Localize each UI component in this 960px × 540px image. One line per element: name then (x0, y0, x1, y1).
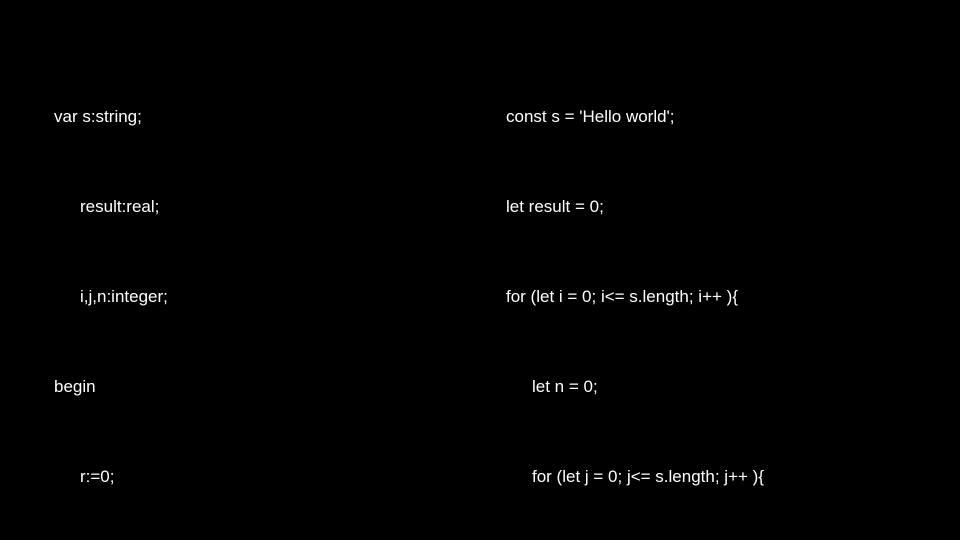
code-slide: var s:string; result:real; i,j,n:integer… (0, 0, 960, 540)
code-line: for (let j = 0; j<= s.length; j++ ){ (506, 462, 906, 492)
code-line: for (let i = 0; i<= s.length; i++ ){ (506, 282, 906, 312)
javascript-code-block: const s = 'Hello world'; let result = 0;… (506, 42, 906, 540)
code-line: i,j,n:integer; (54, 282, 506, 312)
code-line: result:real; (54, 192, 506, 222)
code-line: let n = 0; (506, 372, 906, 402)
code-line: const s = 'Hello world'; (506, 102, 906, 132)
code-line: var s:string; (54, 102, 506, 132)
code-line: let result = 0; (506, 192, 906, 222)
pascal-code-block: var s:string; result:real; i,j,n:integer… (54, 42, 506, 540)
code-line: begin (54, 372, 506, 402)
code-line: r:=0; (54, 462, 506, 492)
